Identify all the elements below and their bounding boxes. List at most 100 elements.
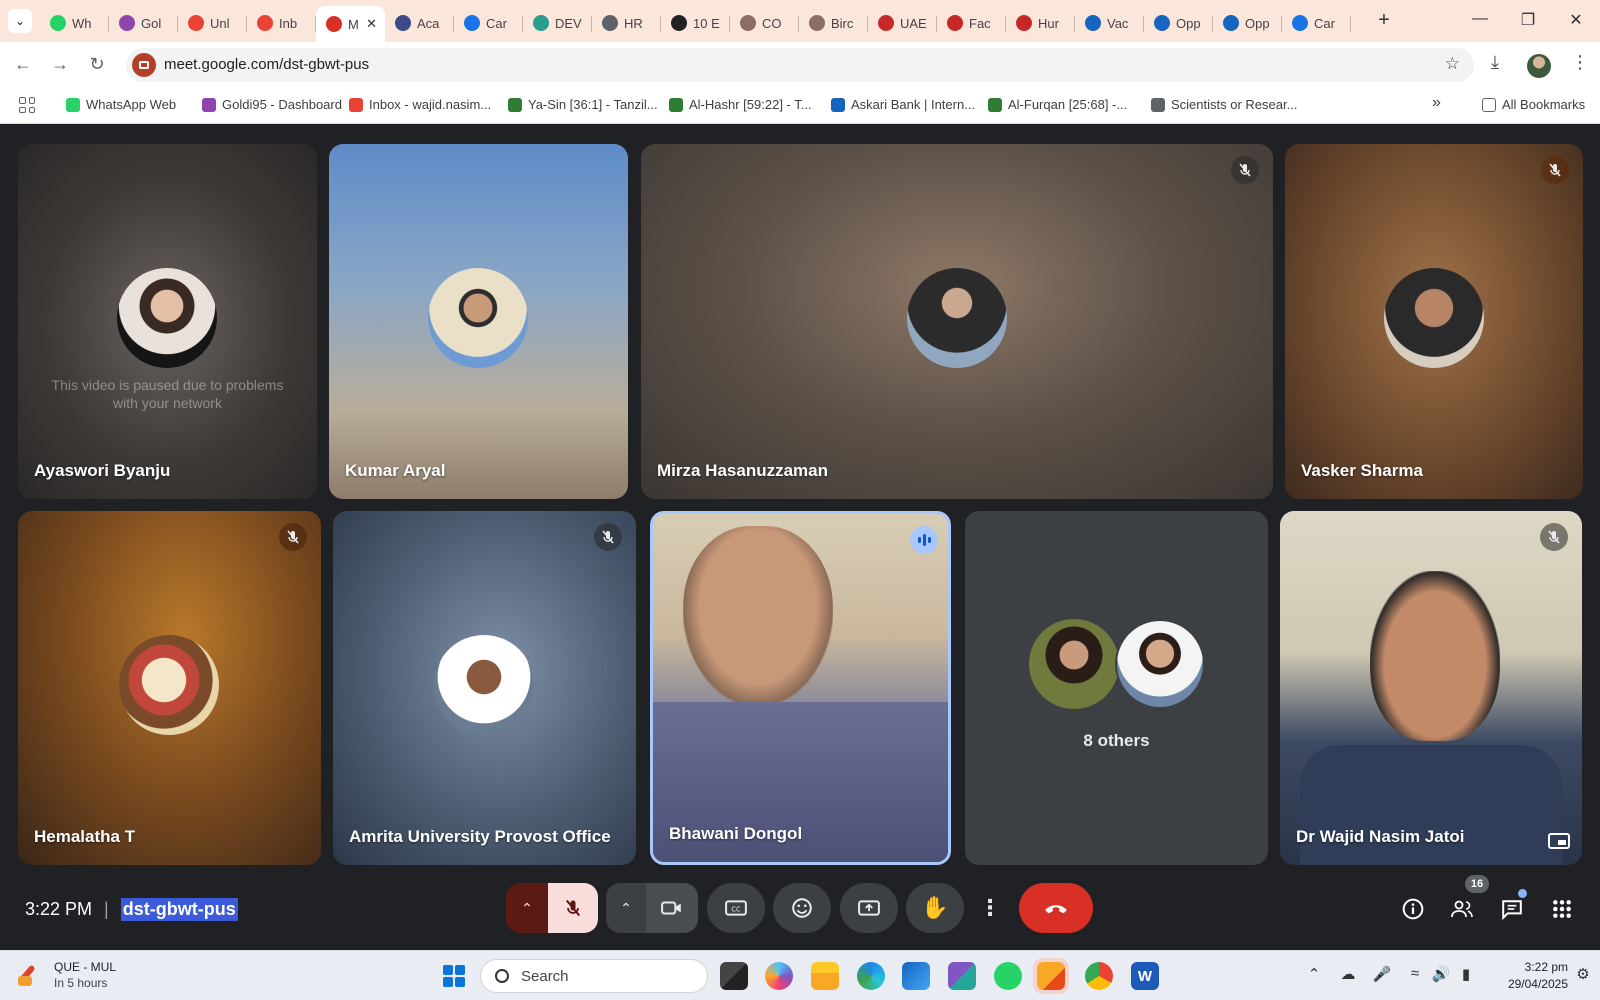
activities-grid-icon[interactable] xyxy=(1549,896,1575,922)
url-text[interactable]: meet.google.com/dst-gbwt-pus xyxy=(164,56,369,73)
leave-call-button[interactable] xyxy=(1019,883,1093,933)
onedrive-icon[interactable]: ☁ xyxy=(1337,965,1359,983)
browser-tab[interactable]: DEV xyxy=(523,8,592,38)
browser-tab[interactable]: Birc xyxy=(799,8,868,38)
minimize-icon[interactable]: — xyxy=(1468,10,1492,28)
browser-tab[interactable]: Car xyxy=(1282,8,1351,38)
chrome-icon[interactable] xyxy=(1085,962,1113,990)
audio-options-chevron-icon[interactable]: ⌃ xyxy=(506,883,548,933)
browser-tab[interactable]: Car xyxy=(454,8,523,38)
weather-widget[interactable]: QUE - MUL In 5 hours xyxy=(18,959,116,991)
browser-tab[interactable]: HR xyxy=(592,8,661,38)
participant-tile[interactable]: Mirza Hasanuzzaman xyxy=(641,144,1273,499)
new-tab-plus-icon[interactable]: + xyxy=(1372,9,1396,32)
meeting-code[interactable]: dst-gbwt-pus xyxy=(120,898,238,921)
forward-arrow-icon[interactable]: → xyxy=(48,54,72,75)
emoji-icon xyxy=(792,898,812,918)
tab-label: Hur xyxy=(1038,15,1059,31)
tab-favicon-icon xyxy=(1016,15,1032,31)
file-explorer-icon[interactable] xyxy=(811,962,839,990)
browser-tab[interactable]: Gol xyxy=(109,8,178,38)
people-icon[interactable] xyxy=(1449,896,1475,922)
present-screen-button[interactable] xyxy=(840,883,898,933)
bookmark-label: Al-Hashr [59:22] - T... xyxy=(689,97,812,112)
taskbar-search[interactable]: Search xyxy=(480,959,708,993)
snipping-tool-icon[interactable] xyxy=(948,962,976,990)
browser-tab[interactable]: UAE xyxy=(868,8,937,38)
browser-tab[interactable]: Wh xyxy=(40,8,109,38)
profile-avatar[interactable] xyxy=(1527,54,1551,78)
more-bookmarks-chevron-icon[interactable]: » xyxy=(1432,94,1441,112)
meet-stage: This video is paused due to problems wit… xyxy=(0,124,1600,950)
windows-start-icon[interactable] xyxy=(440,962,468,990)
bookmark-item[interactable]: Al-Hashr [59:22] - T... xyxy=(669,97,812,112)
browser-tab[interactable]: Opp xyxy=(1213,8,1282,38)
system-clock[interactable]: 3:22 pm 29/04/2025 xyxy=(1490,959,1568,993)
tab-close-icon[interactable]: ✕ xyxy=(366,16,377,32)
video-options-chevron-icon[interactable]: ⌃ xyxy=(606,883,646,933)
bookmark-item[interactable]: Scientists or Resear... xyxy=(1151,97,1297,112)
edge-icon[interactable] xyxy=(857,962,885,990)
captions-button[interactable]: CC xyxy=(707,883,765,933)
others-tile[interactable]: 8 others xyxy=(965,511,1268,865)
bookmark-item[interactable]: Askari Bank | Intern... xyxy=(831,97,975,112)
bookmark-item[interactable]: Al-Furqan [25:68] -... xyxy=(988,97,1127,112)
microphone-icon[interactable]: 🎤 xyxy=(1371,965,1393,983)
bookmark-star-icon[interactable]: ☆ xyxy=(1445,54,1460,74)
all-bookmarks[interactable]: All Bookmarks xyxy=(1482,97,1585,112)
close-window-icon[interactable]: ✕ xyxy=(1564,10,1588,30)
raise-hand-button[interactable]: ✋ xyxy=(906,883,964,933)
mic-off-button[interactable] xyxy=(548,883,598,933)
bookmark-item[interactable]: Goldi95 - Dashboard xyxy=(202,97,342,112)
tab-active[interactable]: M ✕ xyxy=(316,6,385,42)
restore-icon[interactable]: ❐ xyxy=(1516,10,1540,30)
tab-favicon-icon xyxy=(1292,15,1308,31)
volume-icon[interactable]: 🔊 xyxy=(1430,965,1452,983)
store-icon[interactable] xyxy=(902,962,930,990)
picture-in-picture-icon[interactable] xyxy=(1548,833,1570,849)
participant-tile[interactable]: Hemalatha T xyxy=(18,511,321,865)
browser-tab[interactable]: 10 E xyxy=(661,8,730,38)
participant-tile[interactable]: Kumar Aryal xyxy=(329,144,628,499)
participant-tile-self[interactable]: Dr Wajid Nasim Jatoi xyxy=(1280,511,1582,865)
browser-tab[interactable]: Opp xyxy=(1144,8,1213,38)
menu-kebab-icon[interactable]: ⋮ xyxy=(1571,52,1589,73)
show-hidden-icons-chevron-icon[interactable]: ⌃ xyxy=(1303,965,1325,983)
bookmark-item[interactable]: WhatsApp Web xyxy=(66,97,176,112)
browser-tab[interactable]: Vac xyxy=(1075,8,1144,38)
copilot-icon[interactable] xyxy=(765,962,793,990)
browser-tab[interactable]: Fac xyxy=(937,8,1006,38)
back-arrow-icon[interactable]: ← xyxy=(11,54,35,75)
sticky-notes-icon[interactable] xyxy=(1033,958,1069,994)
task-view-icon[interactable] xyxy=(720,962,748,990)
word-icon[interactable]: W xyxy=(1131,962,1159,990)
tab-favicon-icon xyxy=(671,15,687,31)
reactions-button[interactable] xyxy=(773,883,831,933)
all-bookmarks-label: All Bookmarks xyxy=(1502,97,1586,112)
address-bar[interactable]: meet.google.com/dst-gbwt-pus ☆ xyxy=(126,48,1474,82)
browser-tab[interactable]: Hur xyxy=(1006,8,1075,38)
participant-tile[interactable]: Amrita University Provost Office xyxy=(333,511,636,865)
meeting-details-info-icon[interactable] xyxy=(1400,896,1426,922)
apps-grid-icon[interactable] xyxy=(19,97,35,113)
participant-tile-speaking[interactable]: Bhawani Dongol xyxy=(650,511,951,865)
participant-tile[interactable]: This video is paused due to problems wit… xyxy=(18,144,317,499)
download-icon[interactable]: ⤓ xyxy=(1491,52,1499,73)
notification-bell-icon[interactable]: ⚙ xyxy=(1572,965,1594,983)
participant-tile[interactable]: Vasker Sharma xyxy=(1285,144,1583,499)
reload-icon[interactable]: ↻ xyxy=(85,54,109,75)
whatsapp-icon[interactable] xyxy=(994,962,1022,990)
browser-tab[interactable]: Inb xyxy=(247,8,316,38)
bookmark-item[interactable]: Ya-Sin [36:1] - Tanzil... xyxy=(508,97,658,112)
browser-tab[interactable]: Unl xyxy=(178,8,247,38)
tab-search-chevron-icon[interactable]: ⌄ xyxy=(8,9,32,33)
camera-button[interactable] xyxy=(646,883,698,933)
browser-tab[interactable]: Aca xyxy=(385,8,454,38)
meet-camera-icon[interactable] xyxy=(132,53,156,77)
chat-icon[interactable] xyxy=(1499,896,1525,922)
more-options-button[interactable]: ⋮ xyxy=(972,883,1008,933)
bookmark-item[interactable]: Inbox - wajid.nasim... xyxy=(349,97,491,112)
browser-tab[interactable]: CO xyxy=(730,8,799,38)
wifi-icon[interactable]: ≈ xyxy=(1404,965,1426,982)
battery-icon[interactable]: ▮ xyxy=(1455,965,1477,983)
